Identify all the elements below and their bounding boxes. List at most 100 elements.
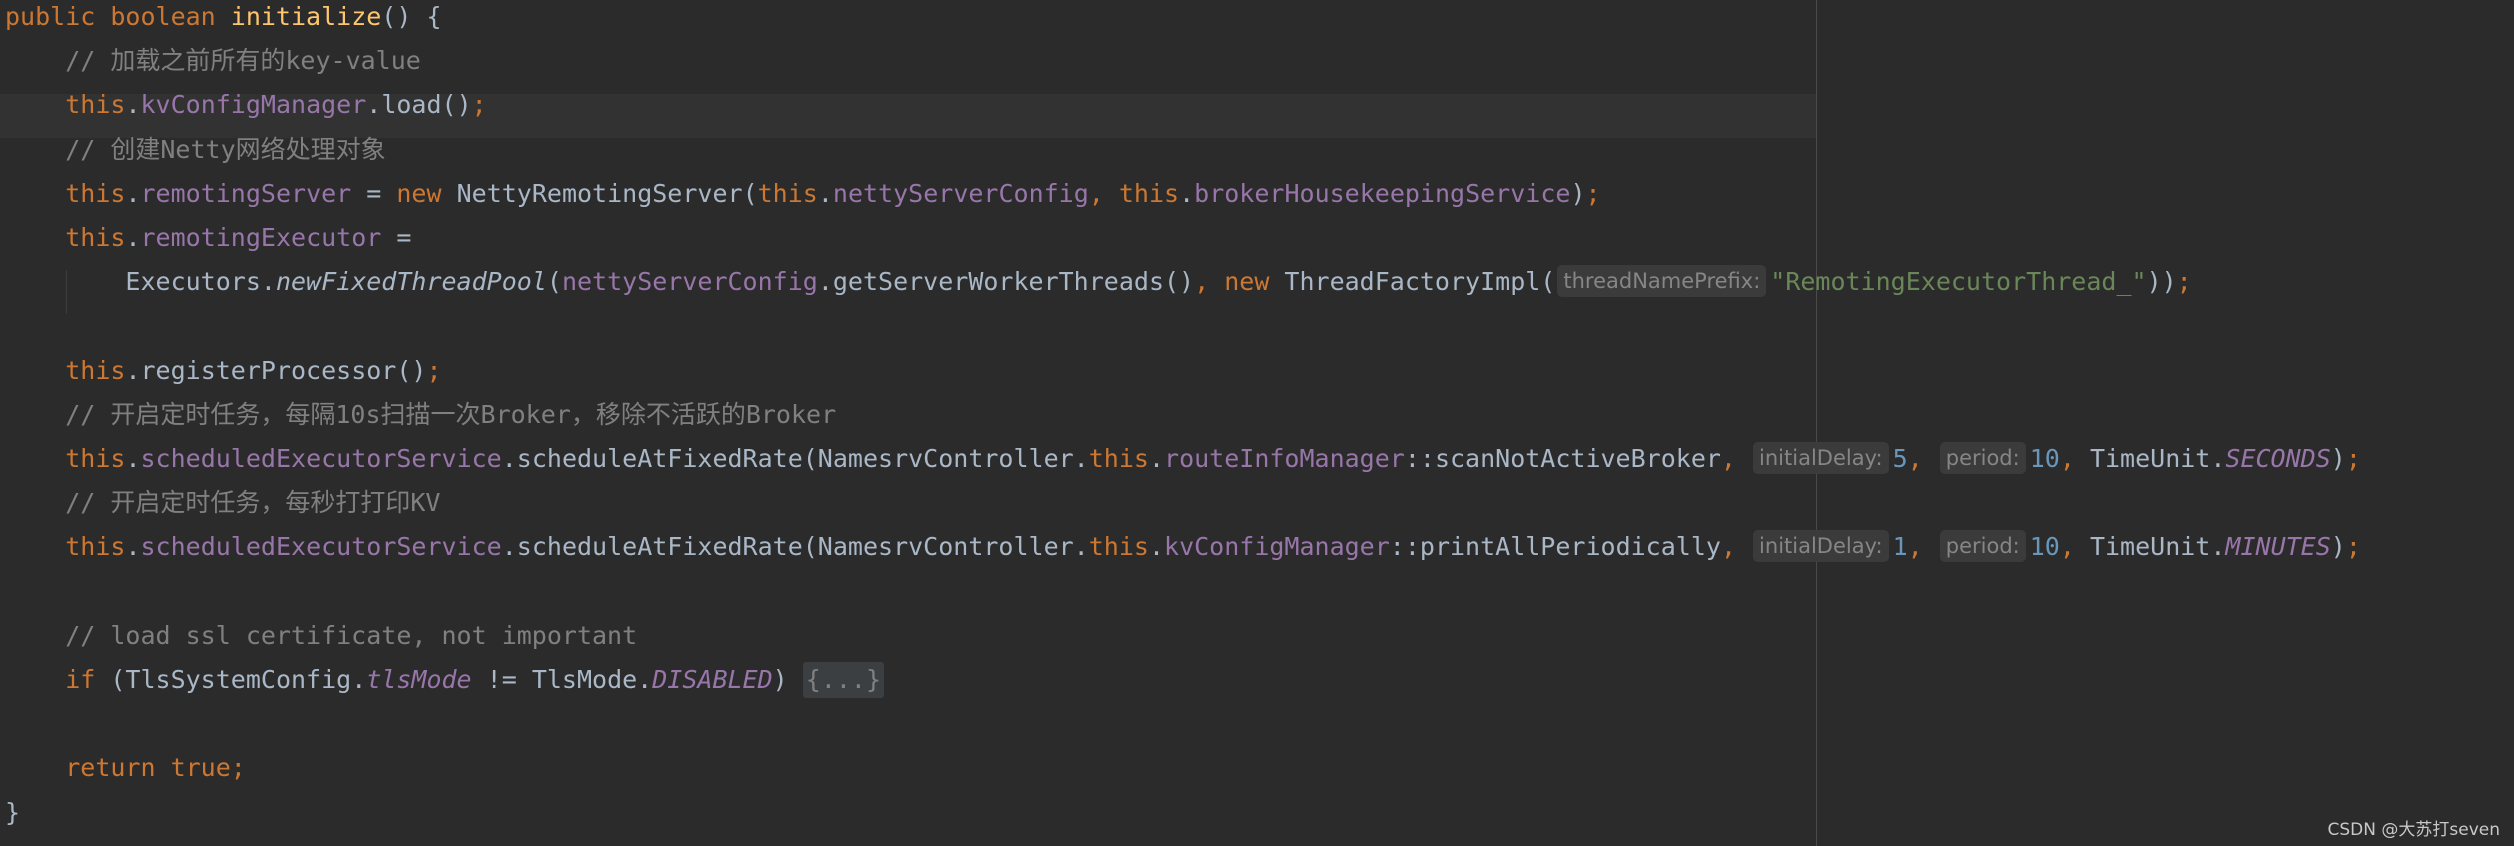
keyword-token: public xyxy=(5,2,111,31)
keyword-token: ; xyxy=(2345,532,2361,561)
code-token: = xyxy=(351,179,397,208)
code-token: NettyRemotingServer( xyxy=(456,179,758,208)
code-token: ) xyxy=(2330,532,2346,561)
number-literal: 5 xyxy=(1892,444,1908,473)
code-editor[interactable]: public boolean initialize() { // 加载之前所有的… xyxy=(0,0,2514,846)
keyword-token: ; xyxy=(2345,444,2361,473)
code-token: ) xyxy=(772,665,803,694)
code-token: )) xyxy=(2146,267,2177,296)
parameter-hint: initialDelay: xyxy=(1753,442,1889,474)
field-token: kvConfigManager xyxy=(1164,532,1390,561)
code-line-02[interactable]: // 加载之前所有的key-value xyxy=(5,39,421,83)
keyword-token: this xyxy=(65,223,126,252)
keyword-token: new xyxy=(396,179,457,208)
code-line-10[interactable]: // 开启定时任务，每隔10s扫描一次Broker，移除不活跃的Broker xyxy=(5,393,836,437)
code-token: TimeUnit. xyxy=(2089,532,2226,561)
parameter-hint: period: xyxy=(1939,530,2026,562)
parameter-hint: period: xyxy=(1939,442,2026,474)
code-comment: // load ssl certificate, not important xyxy=(5,621,638,650)
field-token: kvConfigManager xyxy=(140,90,367,119)
keyword-token: this xyxy=(757,179,818,208)
code-token: ::scanNotActiveBroker xyxy=(1404,444,1721,473)
code-line-11[interactable]: this.scheduledExecutorService.scheduleAt… xyxy=(5,437,2361,481)
folded-code-block[interactable]: {...} xyxy=(802,662,885,698)
field-token: brokerHousekeepingService xyxy=(1194,179,1571,208)
code-token: = xyxy=(381,223,412,252)
code-token: ) xyxy=(2330,444,2346,473)
code-token: .scheduleAtFixedRate(NamesrvController. xyxy=(501,532,1089,561)
code-line-18[interactable]: return true; xyxy=(5,746,246,790)
keyword-token: this xyxy=(65,356,126,385)
field-token: scheduledExecutorService xyxy=(140,532,502,561)
code-token: TimeUnit. xyxy=(2089,444,2226,473)
code-line-03[interactable]: this.kvConfigManager.load(); xyxy=(5,83,487,127)
field-token: remotingServer xyxy=(140,179,352,208)
code-comment: // 开启定时任务，每秒打打印KV xyxy=(5,488,441,517)
code-token: . xyxy=(1148,532,1165,561)
field-token: nettyServerConfig xyxy=(832,179,1089,208)
static-method-token: newFixedThreadPool xyxy=(275,267,547,296)
keyword-token: return true; xyxy=(65,753,246,782)
keyword-token: this xyxy=(65,179,126,208)
code-line-15[interactable]: // load ssl certificate, not important xyxy=(5,614,637,658)
static-field-token: MINUTES xyxy=(2225,532,2331,561)
code-token: . xyxy=(125,444,141,473)
code-comment: // 创建Netty网络处理对象 xyxy=(5,135,386,164)
code-line-19[interactable]: } xyxy=(5,791,20,835)
keyword-token: this xyxy=(65,532,126,561)
watermark: CSDN @大苏打seven xyxy=(2327,820,2500,840)
code-token: ( xyxy=(546,267,562,296)
code-comment: // 开启定时任务，每隔10s扫描一次Broker，移除不活跃的Broker xyxy=(5,400,837,429)
keyword-token: if xyxy=(65,665,111,694)
keyword-token: , new xyxy=(1194,267,1285,296)
code-token: ) xyxy=(1570,179,1586,208)
code-token: (TlsSystemConfig. xyxy=(110,665,367,694)
keyword-token: ; xyxy=(1585,179,1601,208)
static-field-token: DISABLED xyxy=(652,665,773,694)
code-line-16[interactable]: if (TlsSystemConfig.tlsMode != TlsMode.D… xyxy=(5,658,885,702)
keyword-token: , xyxy=(1907,532,1938,561)
field-token: nettyServerConfig xyxy=(561,267,818,296)
code-token: ThreadFactoryImpl( xyxy=(1284,267,1556,296)
code-token: () { xyxy=(381,2,442,31)
keyword-token: ; xyxy=(2176,267,2192,296)
method-name-token: initialize xyxy=(230,2,382,31)
number-literal: 10 xyxy=(2029,444,2060,473)
keyword-token: boolean xyxy=(110,2,231,31)
code-token: . xyxy=(125,532,141,561)
code-line-07[interactable]: Executors.newFixedThreadPool(nettyServer… xyxy=(5,260,2192,304)
keyword-token: this xyxy=(1088,444,1149,473)
keyword-token: ; xyxy=(426,356,442,385)
code-token: . xyxy=(125,90,141,119)
code-token: .getServerWorkerThreads() xyxy=(817,267,1195,296)
code-line-09[interactable]: this.registerProcessor(); xyxy=(5,349,442,393)
code-token: } xyxy=(5,798,21,827)
number-literal: 10 xyxy=(2029,532,2060,561)
keyword-token: , xyxy=(2059,444,2090,473)
code-token: .registerProcessor() xyxy=(125,356,427,385)
code-line-01[interactable]: public boolean initialize() { xyxy=(5,0,442,39)
code-token: ::printAllPeriodically xyxy=(1389,532,1721,561)
keyword-token: , xyxy=(1720,444,1752,473)
code-token: Executors. xyxy=(5,267,276,296)
keyword-token: this xyxy=(1088,532,1149,561)
parameter-hint: threadNamePrefix: xyxy=(1557,265,1767,297)
keyword-token: , this xyxy=(1088,179,1180,208)
keyword-token: ; xyxy=(471,90,487,119)
code-line-05[interactable]: this.remotingServer = new NettyRemotingS… xyxy=(5,172,1601,216)
keyword-token: this xyxy=(65,90,126,119)
right-margin-guide xyxy=(1816,0,1817,846)
number-literal: 1 xyxy=(1892,532,1908,561)
field-token: scheduledExecutorService xyxy=(140,444,502,473)
code-line-12[interactable]: // 开启定时任务，每秒打打印KV xyxy=(5,481,440,525)
code-line-04[interactable]: // 创建Netty网络处理对象 xyxy=(5,128,386,172)
code-line-13[interactable]: this.scheduledExecutorService.scheduleAt… xyxy=(5,525,2361,569)
code-line-06[interactable]: this.remotingExecutor = xyxy=(5,216,411,260)
code-token: != TlsMode. xyxy=(471,665,653,694)
